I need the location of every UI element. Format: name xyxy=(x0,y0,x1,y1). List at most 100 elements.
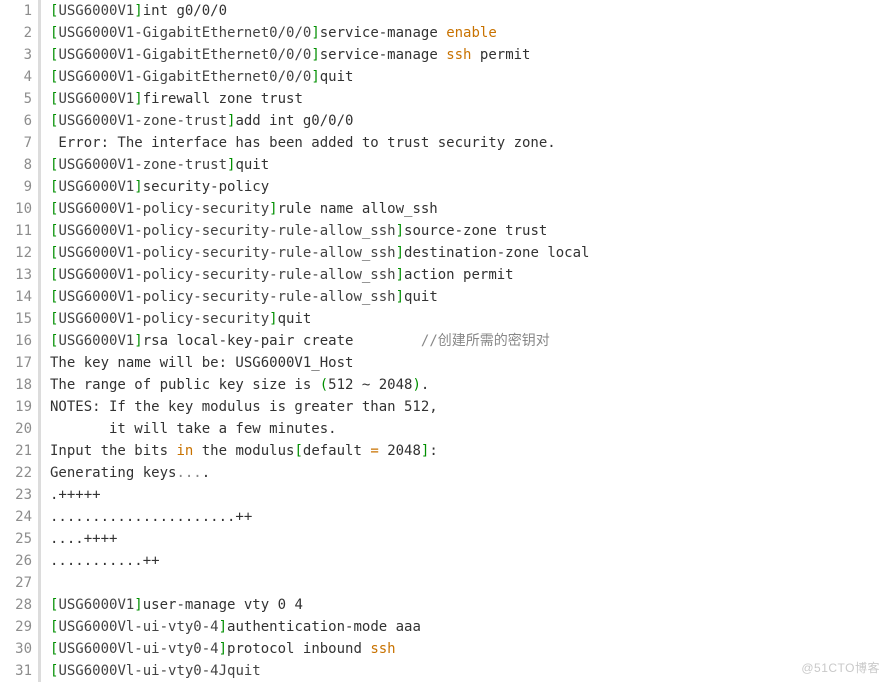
gutter-bar xyxy=(38,154,41,176)
code-token: rule name allow_ssh xyxy=(278,201,438,217)
line-number: 12 xyxy=(0,242,38,264)
code-content: NOTES: If the key modulus is greater tha… xyxy=(50,396,890,418)
code-token: ] xyxy=(311,69,319,85)
code-token: ] xyxy=(219,641,227,657)
code-token: permit xyxy=(471,47,530,63)
code-token: USG6000Vl-ui-vty0-4 xyxy=(58,641,218,657)
code-token: ] xyxy=(269,311,277,327)
code-line: 12[USG6000V1-policy-security-rule-allow_… xyxy=(0,242,890,264)
code-token: ] xyxy=(219,619,227,635)
line-number: 29 xyxy=(0,616,38,638)
code-token: USG6000V1-GigabitEthernet0/0/0 xyxy=(58,25,311,41)
gutter-bar xyxy=(38,418,41,440)
code-content: [USG6000V1-zone-trust]quit xyxy=(50,154,890,176)
line-number: 5 xyxy=(0,88,38,110)
code-token: quit xyxy=(278,311,312,327)
gutter-bar xyxy=(38,44,41,66)
code-token: Error: The interface has been added to t… xyxy=(50,135,556,151)
code-line: 6[USG6000V1-zone-trust]add int g0/0/0 xyxy=(0,110,890,132)
code-line: 13[USG6000V1-policy-security-rule-allow_… xyxy=(0,264,890,286)
gutter-bar xyxy=(38,132,41,154)
code-token: enable xyxy=(446,25,497,41)
code-line: 16 [USG6000V1]rsa local-key-pair create /… xyxy=(0,330,890,352)
gutter-bar xyxy=(38,198,41,220)
code-token: ( xyxy=(320,377,328,393)
code-token: security-policy xyxy=(143,179,269,195)
code-token: The range of public key size is xyxy=(50,377,320,393)
code-content: [USG6000V1]firewall zone trust xyxy=(50,88,890,110)
code-token: USG6000Vl-ui-vty0-4 xyxy=(58,619,218,635)
code-line: 22 Generating keys.... xyxy=(0,462,890,484)
gutter-bar xyxy=(38,528,41,550)
code-content: [USG6000V1-policy-security-rule-allow_ss… xyxy=(50,220,890,242)
code-token: USG6000V1-policy-security-rule-allow_ssh xyxy=(58,267,395,283)
line-number: 21 xyxy=(0,440,38,462)
code-content: ....++++ xyxy=(50,528,890,550)
line-number: 27 xyxy=(0,572,38,594)
gutter-bar xyxy=(38,484,41,506)
code-token: USG6000V1 xyxy=(58,3,134,19)
code-token: .+++++ xyxy=(50,487,101,503)
code-content: it will take a few minutes. xyxy=(50,418,890,440)
code-content: [USG6000V1-GigabitEthernet0/0/0]service-… xyxy=(50,22,890,44)
line-number: 28 xyxy=(0,594,38,616)
line-number: 2 xyxy=(0,22,38,44)
code-token: ] xyxy=(311,25,319,41)
code-line: 7 Error: The interface has been added to… xyxy=(0,132,890,154)
code-token: protocol inbound xyxy=(227,641,370,657)
code-content: Generating keys.... xyxy=(50,462,890,484)
code-token: ......................++ xyxy=(50,509,252,525)
code-line: 25 ....++++ xyxy=(0,528,890,550)
gutter-bar xyxy=(38,176,41,198)
code-content: ......................++ xyxy=(50,506,890,528)
gutter-bar xyxy=(38,352,41,374)
gutter-bar xyxy=(38,396,41,418)
code-line: 29[USG6000Vl-ui-vty0-4]authentication-mo… xyxy=(0,616,890,638)
gutter-bar xyxy=(38,440,41,462)
code-token: USG6000V1-GigabitEthernet0/0/0 xyxy=(58,69,311,85)
line-number: 14 xyxy=(0,286,38,308)
line-number: 23 xyxy=(0,484,38,506)
code-token: ] xyxy=(396,267,404,283)
code-token: ) xyxy=(412,377,420,393)
code-token: USG6000V1 xyxy=(58,91,134,107)
code-line: 17The key name will be: USG6000V1_Host xyxy=(0,352,890,374)
line-number: 18 xyxy=(0,374,38,396)
code-token: source-zone trust xyxy=(404,223,547,239)
line-number: 30 xyxy=(0,638,38,660)
code-line: 2 [USG6000V1-GigabitEthernet0/0/0]service… xyxy=(0,22,890,44)
code-content: [USG6000V1-policy-security]quit xyxy=(50,308,890,330)
code-line: 30[USG6000Vl-ui-vty0-4]protocol inbound … xyxy=(0,638,890,660)
gutter-bar xyxy=(38,374,41,396)
code-token: . xyxy=(202,465,210,481)
line-number: 22 xyxy=(0,462,38,484)
code-token: quit xyxy=(235,157,269,173)
gutter-bar xyxy=(38,0,41,22)
code-token: ] xyxy=(134,179,142,195)
gutter-bar xyxy=(38,220,41,242)
code-token: user-manage vty 0 4 xyxy=(143,597,303,613)
code-line: 23 .+++++ xyxy=(0,484,890,506)
code-token: ] xyxy=(311,47,319,63)
code-token: destination-zone local xyxy=(404,245,589,261)
code-content: ...........++ xyxy=(50,550,890,572)
line-number: 19 xyxy=(0,396,38,418)
code-content: [USG6000V1]rsa local-key-pair create //创… xyxy=(50,330,890,352)
line-number: 25 xyxy=(0,528,38,550)
line-number: 31 xyxy=(0,660,38,682)
gutter-bar xyxy=(38,242,41,264)
code-line: 10[USG6000V1-policy-security]rule name a… xyxy=(0,198,890,220)
code-token: = xyxy=(370,443,378,459)
code-token: quit xyxy=(404,289,438,305)
code-content: [USG6000V1-policy-security]rule name all… xyxy=(50,198,890,220)
code-token: USG6000V1-policy-security xyxy=(58,311,269,327)
line-number: 6 xyxy=(0,110,38,132)
code-token: USG6000V1-zone-trust xyxy=(58,157,227,173)
line-number: 16 xyxy=(0,330,38,352)
code-token: USG6000V1-policy-security-rule-allow_ssh xyxy=(58,289,395,305)
code-content xyxy=(50,572,890,594)
line-number: 9 xyxy=(0,176,38,198)
code-line: 4[USG6000V1-GigabitEthernet0/0/0]quit xyxy=(0,66,890,88)
code-line: 5 [USG6000V1]firewall zone trust xyxy=(0,88,890,110)
gutter-bar xyxy=(38,286,41,308)
